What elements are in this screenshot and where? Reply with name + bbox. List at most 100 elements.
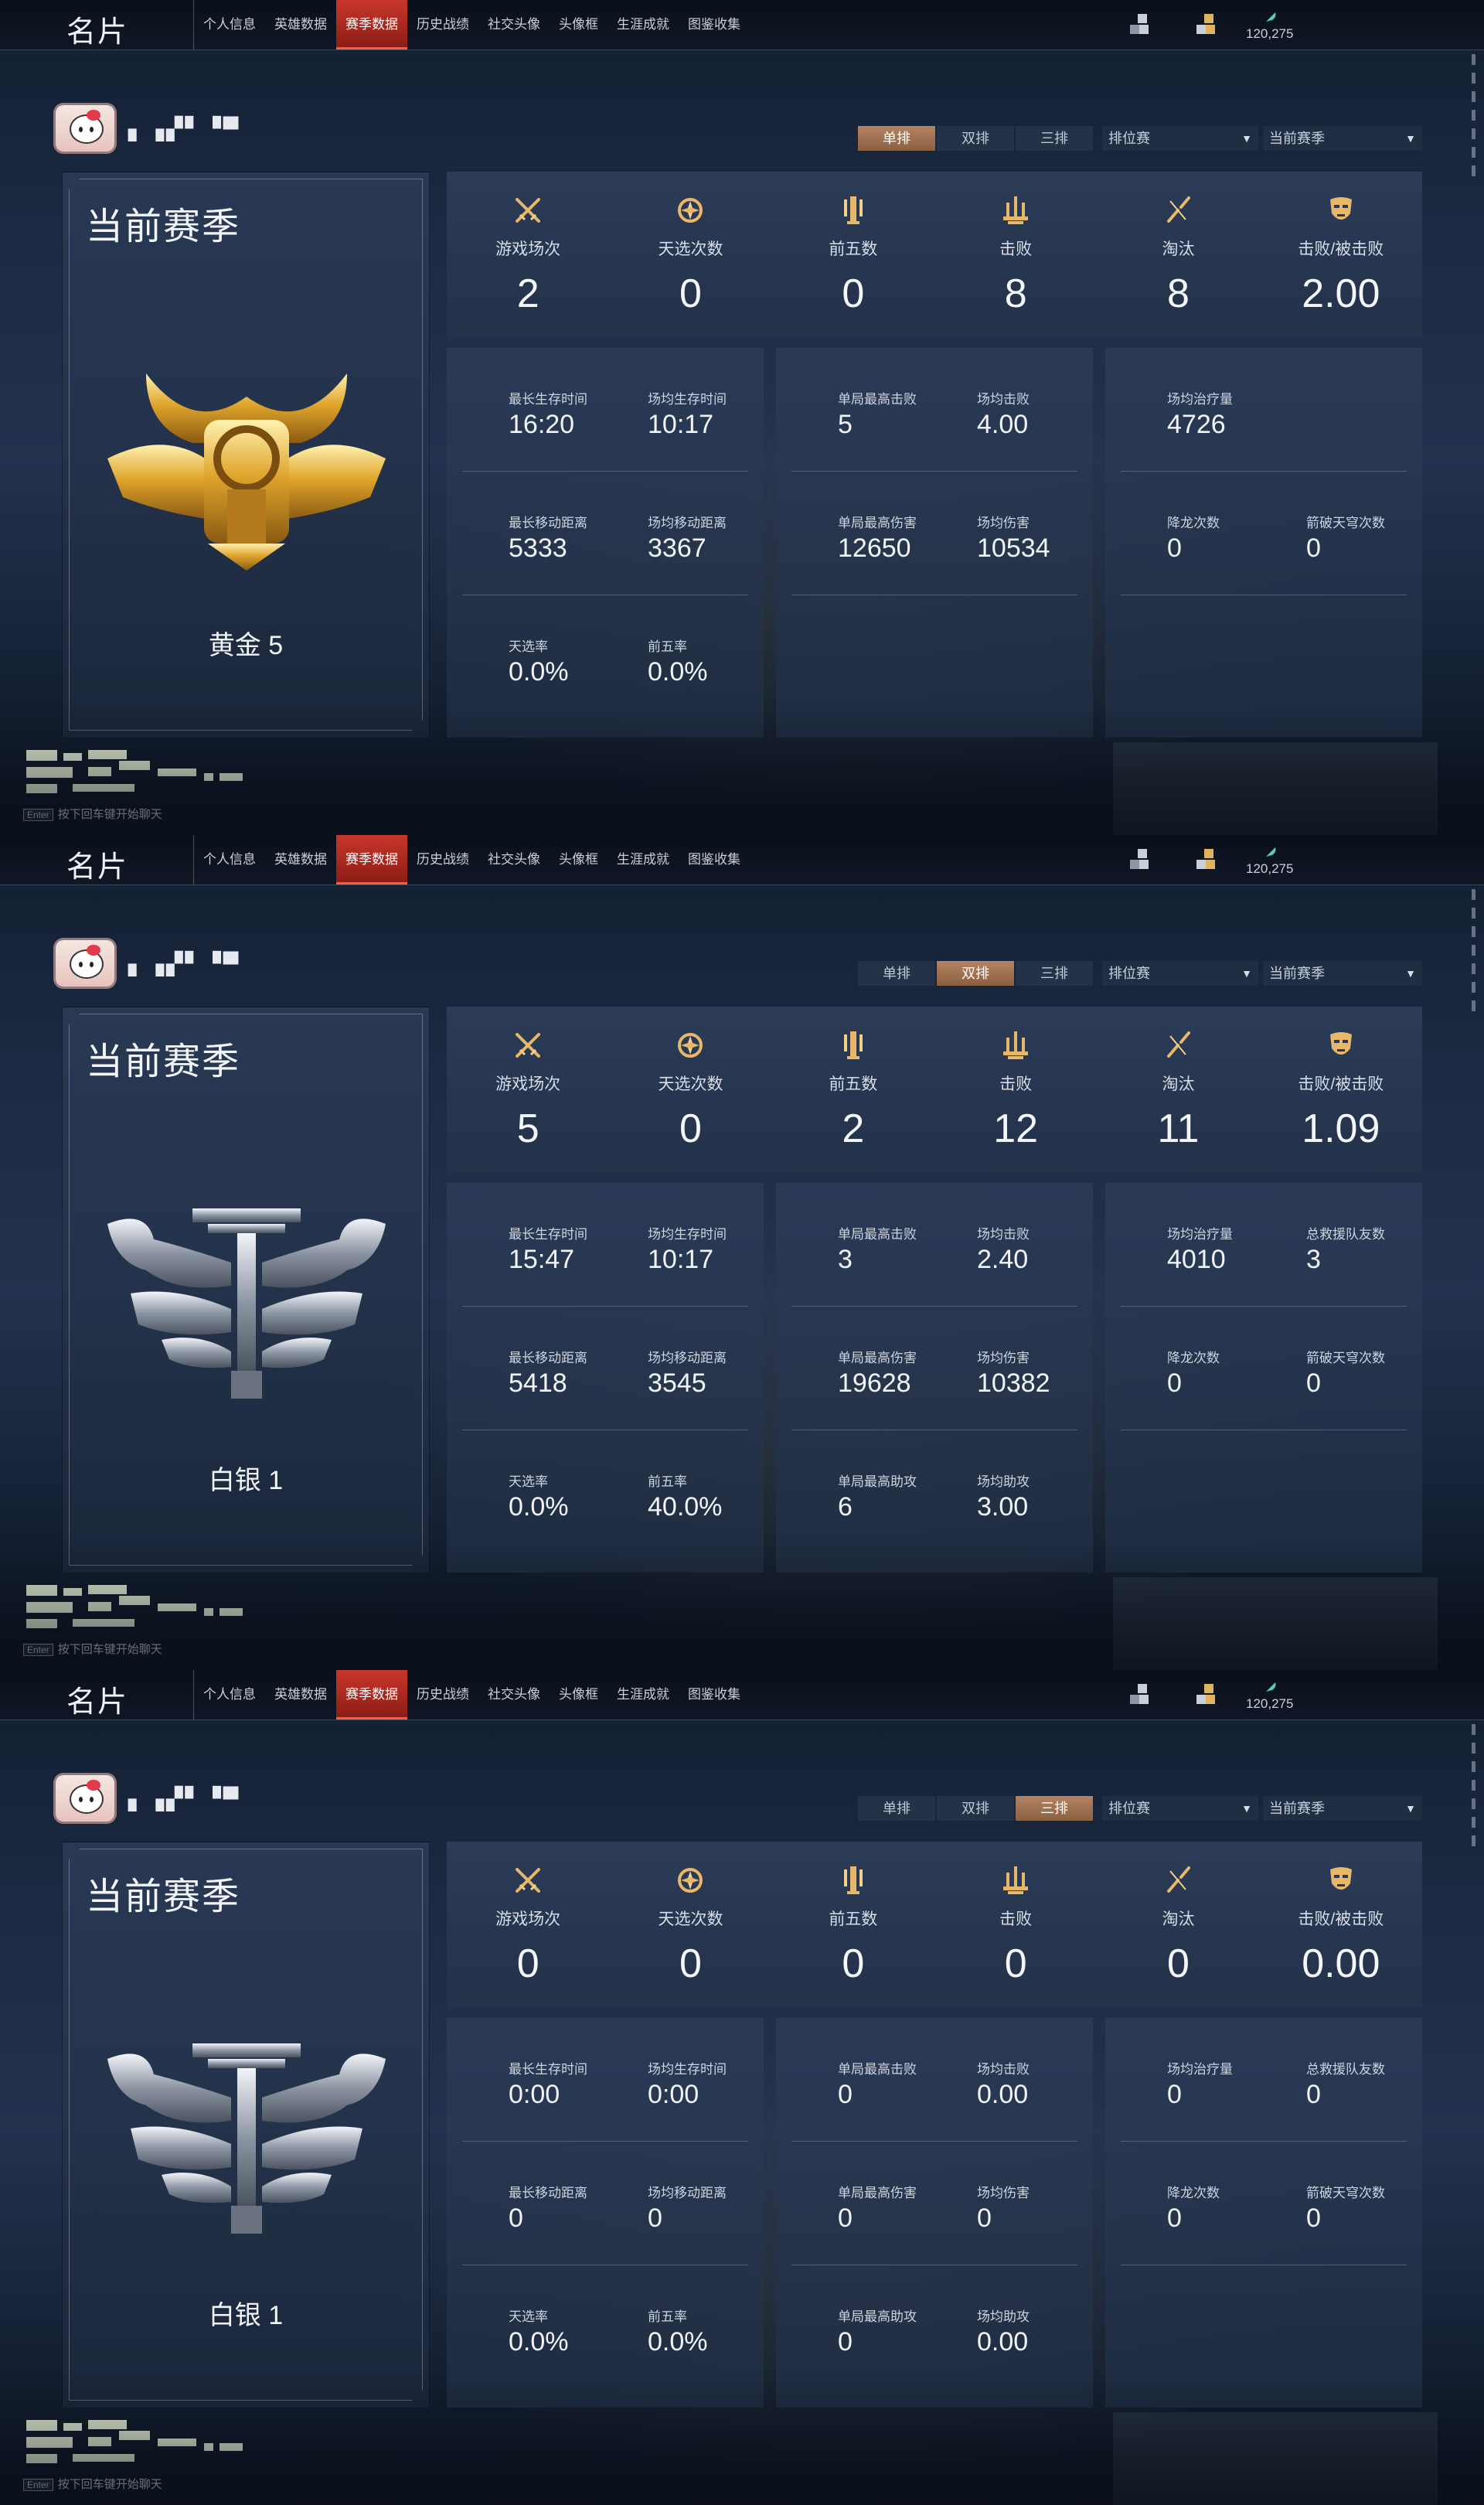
nav-tab[interactable]: 头像框: [550, 835, 608, 884]
stat-label: 前五率: [648, 639, 687, 654]
nav-tab[interactable]: 社交头像: [478, 835, 550, 884]
stat-label: 前五率: [648, 2309, 687, 2324]
avatar[interactable]: [56, 1775, 114, 1822]
stat-item: 场均助攻 0.00: [977, 2306, 1116, 2361]
top-bar: 名片 个人信息 英雄数据 赛季数据 历史战绩 社交头像 头像框 生涯成就 图鉴收集 120,275: [0, 1670, 1484, 1720]
nav-tab[interactable]: 社交头像: [478, 1670, 550, 1719]
detail-card: 单局最高击败 5 场均击败 4.00 单局最高伤害 12650 场均伤害 10534: [776, 348, 1093, 738]
stat-value: 0: [1306, 2203, 1321, 2233]
season-value: 当前赛季: [1269, 1801, 1325, 1816]
stat-value: 10:17: [648, 1245, 714, 1274]
summary-stat-value: 8: [1167, 271, 1190, 316]
token-icon[interactable]: [1196, 11, 1217, 37]
inventory-icon[interactable]: [1130, 1681, 1150, 1707]
nav-tab[interactable]: 个人信息: [194, 1670, 265, 1719]
summary-stat: 击败 0: [934, 1842, 1097, 2009]
nav-tab[interactable]: 英雄数据: [265, 835, 336, 884]
stat-label: 最长生存时间: [509, 392, 587, 407]
summary-stat-value: 8: [1004, 271, 1027, 316]
stat-label: 场均治疗量: [1167, 2062, 1233, 2077]
stat-value: 0.0%: [509, 657, 569, 687]
season-title: 当前赛季: [86, 206, 241, 247]
summary-stat: 击败/被击败 0.00: [1260, 1842, 1422, 2009]
avatar[interactable]: [56, 105, 114, 152]
summary-stat-value: 11: [1157, 1106, 1200, 1151]
stat-value: 5: [838, 410, 853, 439]
nav-tab[interactable]: 个人信息: [194, 835, 265, 884]
crossed-swords-icon: [511, 1863, 545, 1897]
tab-mode[interactable]: 双排: [937, 1796, 1014, 1821]
season-value: 当前赛季: [1269, 131, 1325, 146]
nav-tab[interactable]: 赛季数据: [336, 1670, 407, 1719]
stat-label: 场均生存时间: [648, 1227, 727, 1242]
summary-stat-label: 前五数: [829, 240, 878, 258]
summary-stat-label: 前五数: [829, 1910, 878, 1928]
chevron-down-icon: ▼: [1241, 1802, 1252, 1815]
nav-tab[interactable]: 头像框: [550, 1670, 608, 1719]
inventory-icon[interactable]: [1130, 11, 1150, 37]
chat-preview: [26, 2420, 274, 2469]
token-icon[interactable]: [1196, 1681, 1217, 1707]
stat-label: 场均伤害: [977, 2186, 1030, 2200]
stat-item: 场均移动距离 0: [648, 2182, 787, 2237]
nav-tab[interactable]: 英雄数据: [265, 0, 336, 49]
nav-tab[interactable]: 生涯成就: [608, 0, 679, 49]
chat-hint: Enter 按下回车键开始聊天: [23, 2476, 162, 2492]
currency-display: 120,275: [1243, 9, 1305, 41]
tab-mode[interactable]: 三排: [1016, 961, 1093, 986]
nav-tab[interactable]: 英雄数据: [265, 1670, 336, 1719]
player-name: ▖▗▞▘▝▀: [128, 952, 241, 976]
tab-mode[interactable]: 三排: [1016, 126, 1093, 151]
player-name: ▖▗▞▘▝▀: [128, 117, 241, 141]
gold-rank-emblem-icon: [100, 343, 393, 574]
match-type-select[interactable]: 排位赛 ▼: [1102, 1796, 1258, 1821]
stat-label: 最长移动距离: [509, 2186, 587, 2200]
nav-tab[interactable]: 生涯成就: [608, 835, 679, 884]
stat-row: 最长移动距离 0 场均移动距离 0: [447, 2142, 764, 2265]
tab-mode[interactable]: 三排: [1016, 1796, 1093, 1821]
stat-value: 0.0%: [509, 1492, 569, 1522]
sword-pillar-icon: [836, 1028, 870, 1062]
season-select[interactable]: 当前赛季 ▼: [1263, 1796, 1422, 1821]
avatar[interactable]: [56, 940, 114, 987]
match-type-select[interactable]: 排位赛 ▼: [1102, 961, 1258, 986]
inventory-icon[interactable]: [1130, 846, 1150, 872]
tab-mode[interactable]: 单排: [858, 961, 935, 986]
match-type-select[interactable]: 排位赛 ▼: [1102, 126, 1258, 151]
tab-mode[interactable]: 双排: [937, 961, 1014, 986]
nav-tab[interactable]: 历史战绩: [407, 1670, 478, 1719]
page-title: 名片: [66, 851, 129, 884]
chevron-down-icon: ▼: [1405, 132, 1416, 145]
stat-item: 场均移动距离 3367: [648, 512, 787, 567]
stat-value: 3: [838, 1245, 853, 1274]
main-nav: 个人信息 英雄数据 赛季数据 历史战绩 社交头像 头像框 生涯成就 图鉴收集: [193, 1670, 750, 1719]
summary-stat-label: 天选次数: [658, 240, 723, 258]
silver-rank-emblem-icon: [100, 1178, 393, 1409]
mask-icon: [1324, 193, 1358, 227]
nav-tab[interactable]: 历史战绩: [407, 0, 478, 49]
nav-tab[interactable]: 赛季数据: [336, 835, 407, 884]
nav-tab[interactable]: 图鉴收集: [679, 835, 750, 884]
broken-sword-icon: [1161, 1863, 1195, 1897]
chat-hint-text: 按下回车键开始聊天: [57, 1643, 162, 1656]
season-select[interactable]: 当前赛季 ▼: [1263, 961, 1422, 986]
stat-row: 单局最高伤害 0 场均伤害 0: [776, 2142, 1093, 2265]
stat-row: 降龙次数 0 箭破天穹次数 0: [1105, 1307, 1422, 1430]
tab-mode[interactable]: 单排: [858, 1796, 935, 1821]
tab-mode[interactable]: 双排: [937, 126, 1014, 151]
token-icon[interactable]: [1196, 846, 1217, 872]
nav-tab[interactable]: 赛季数据: [336, 0, 407, 49]
stat-label: 场均击败: [977, 2062, 1030, 2077]
sword-pillar-icon: [836, 193, 870, 227]
nav-tab[interactable]: 历史战绩: [407, 835, 478, 884]
stat-value: 3: [1306, 1245, 1321, 1274]
nav-tab[interactable]: 图鉴收集: [679, 0, 750, 49]
season-select[interactable]: 当前赛季 ▼: [1263, 126, 1422, 151]
nav-tab[interactable]: 生涯成就: [608, 1670, 679, 1719]
nav-tab[interactable]: 社交头像: [478, 0, 550, 49]
nav-tab[interactable]: 个人信息: [194, 0, 265, 49]
tab-mode[interactable]: 单排: [858, 126, 935, 151]
stat-label: 场均生存时间: [648, 392, 727, 407]
nav-tab[interactable]: 头像框: [550, 0, 608, 49]
nav-tab[interactable]: 图鉴收集: [679, 1670, 750, 1719]
